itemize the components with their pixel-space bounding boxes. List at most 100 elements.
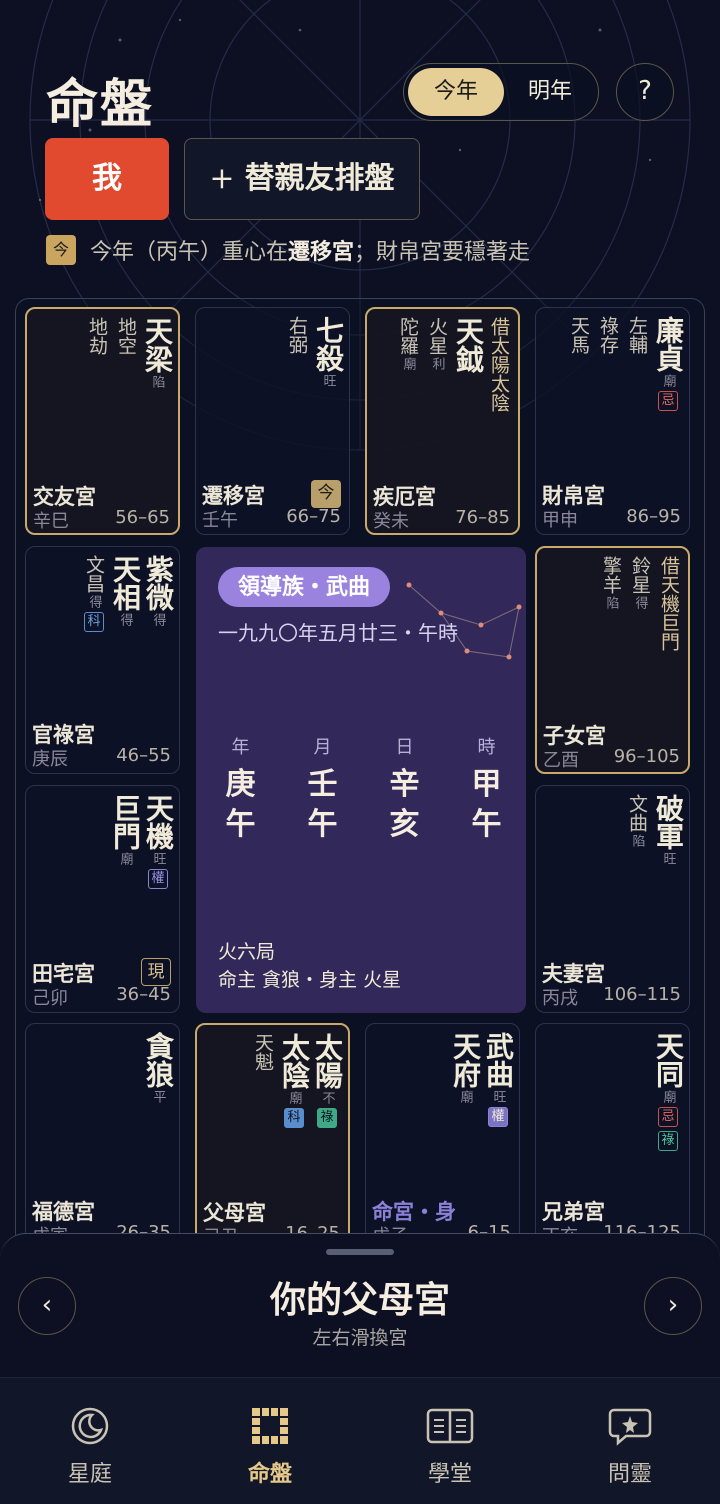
sheet-handle[interactable]	[326, 1249, 394, 1255]
star: 天機旺權	[142, 794, 175, 889]
palace-caibo[interactable]: 廉貞廟忌左輔 祿存 天馬 財帛宮 甲申 86–95	[535, 307, 690, 535]
book-icon	[426, 1408, 474, 1444]
palace-stars: 貪狼平	[142, 1032, 175, 1103]
star: 天鉞	[452, 317, 485, 373]
chat-icon	[608, 1408, 652, 1446]
palace-guanlu[interactable]: 紫微得天相得文昌得科官祿宮 庚辰 46–55	[25, 546, 180, 774]
star: 巨門廟	[109, 794, 142, 865]
personality-badge: 領導族・武曲	[218, 567, 391, 607]
palace-tag: 現	[141, 958, 171, 986]
palace-age-range: 66–75	[286, 506, 341, 527]
me-button[interactable]: 我	[45, 138, 169, 220]
sheet-subtitle: 左右滑換宮	[312, 1327, 408, 1349]
year-toggle[interactable]: 今年 明年	[403, 63, 599, 121]
palace-stars: 天同廟忌祿	[652, 1032, 685, 1151]
palace-age-range: 96–105	[613, 746, 680, 767]
transform-badge: 權	[488, 1107, 508, 1127]
plus-icon: +	[209, 161, 235, 196]
palace-stars: 借太陽太陰 天鉞 火星利陀羅廟	[395, 317, 512, 412]
grid-icon	[252, 1408, 288, 1444]
four-pillars: 年庚午 月壬午 日辛亥 時甲午	[196, 733, 526, 845]
pillar-month: 月壬午	[307, 737, 338, 842]
star: 太陽不祿	[311, 1033, 344, 1128]
notice-text: 今年（丙午）重心在遷移宮；財帛宮要穩著走	[90, 240, 531, 265]
toggle-this-year[interactable]: 今年	[408, 68, 504, 116]
star: 貪狼平	[142, 1032, 175, 1103]
palace-stars: 太陽不祿太陰廟科天魁	[250, 1033, 344, 1128]
palace-age-range: 106–115	[603, 984, 681, 1005]
star: 火星利	[426, 317, 448, 370]
palace-stem: 丙戌	[542, 988, 578, 1009]
palace-xiongdi[interactable]: 天同廟忌祿兄弟宮丁亥116–125	[535, 1023, 690, 1251]
star: 武曲旺權	[482, 1032, 515, 1127]
palace-stars: 廉貞廟忌左輔 祿存 天馬	[566, 316, 685, 411]
palace-stars: 七殺旺右弼	[284, 316, 345, 387]
star: 陀羅廟	[397, 317, 419, 370]
bottom-nav: 星庭 命盤 學堂 問靈	[0, 1377, 720, 1504]
star: 祿存	[597, 316, 619, 354]
add-friend-chart-button[interactable]: + 替親友排盤	[184, 138, 420, 220]
star: 借天機巨門	[658, 556, 680, 651]
star: 天相得	[109, 555, 142, 626]
palace-age-range: 36–45	[116, 984, 171, 1005]
next-palace-button[interactable]: ›	[644, 1277, 702, 1335]
life-body-masters: 命主 貪狼・身主 火星	[218, 969, 402, 991]
pillar-day: 日辛亥	[389, 737, 420, 842]
transform-badge: 祿	[658, 1131, 678, 1151]
palace-jiaoyou[interactable]: 天梁陷地空 地劫 交友宮 辛巳 56–65	[25, 307, 180, 535]
star: 借太陽太陰	[488, 317, 510, 412]
star: 破軍旺	[652, 794, 685, 865]
yearly-notice: 今 今年（丙午）重心在遷移宮；財帛宮要穩著走	[46, 234, 530, 266]
star: 文曲陷	[626, 794, 648, 847]
star: 擎羊陷	[600, 556, 622, 609]
palace-stem: 甲申	[542, 510, 578, 531]
transform-badge: 科	[84, 612, 104, 632]
palace-stars: 天梁陷地空 地劫	[84, 317, 174, 388]
star: 文昌得科	[81, 555, 107, 632]
palace-stars: 天機旺權巨門廟	[109, 794, 175, 889]
palace-qianyi[interactable]: 七殺旺右弼 遷移宮 壬午 66–75 今	[195, 307, 350, 535]
notice-highlight: 遷移宮	[288, 240, 355, 265]
star: 天府廟	[449, 1032, 482, 1103]
toggle-next-year[interactable]: 明年	[504, 68, 596, 116]
add-friend-label: 替親友排盤	[244, 161, 395, 196]
palace-age-range: 46–55	[116, 745, 171, 766]
palace-stars: 武曲旺權天府廟	[449, 1032, 515, 1127]
palace-jie[interactable]: 借太陽太陰 天鉞 火星利陀羅廟疾厄宮 癸未 76–85	[365, 307, 520, 535]
palace-stem: 癸未	[373, 511, 409, 532]
star: 七殺旺	[312, 316, 345, 387]
star: 天同廟忌祿	[652, 1032, 685, 1151]
star: 右弼	[286, 316, 308, 354]
birth-date: 一九九〇年五月廿三・午時	[218, 621, 458, 645]
transform-badge: 科	[284, 1108, 304, 1128]
sheet-title: 你的父母宮	[269, 1279, 450, 1321]
nav-item-school[interactable]: 學堂	[390, 1406, 510, 1488]
five-element-bureau: 火六局	[218, 941, 276, 963]
pillar-year: 年庚午	[225, 737, 256, 842]
palace-stem: 己卯	[32, 988, 68, 1009]
star: 太陰廟科	[278, 1033, 311, 1128]
star: 天馬	[568, 316, 590, 354]
palace-stem: 辛巳	[33, 511, 69, 532]
nav-item-chart[interactable]: 命盤	[210, 1406, 330, 1488]
palace-fude[interactable]: 貪狼平福德宮戊寅26–35	[25, 1023, 180, 1251]
moon-icon	[71, 1407, 109, 1445]
palace-ming[interactable]: 武曲旺權天府廟命宮・身戊子6–15	[365, 1023, 520, 1251]
star: 左輔	[626, 316, 648, 354]
palace-tag: 今	[311, 480, 341, 508]
help-button[interactable]: ?	[616, 63, 674, 121]
nav-item-star-court[interactable]: 星庭	[30, 1406, 150, 1488]
star: 廉貞廟忌	[652, 316, 685, 411]
nav-item-ask-spirit[interactable]: 問靈	[570, 1406, 690, 1488]
palace-age-range: 56–65	[115, 507, 170, 528]
palace-stem: 乙酉	[543, 750, 579, 771]
star: 地劫	[86, 317, 108, 355]
palace-zinv[interactable]: 借天機巨門 鈴星得擎羊陷子女宮 乙酉 96–105	[535, 546, 690, 774]
palace-fuqi[interactable]: 破軍旺文曲陷夫妻宮 丙戌 106–115	[535, 785, 690, 1013]
palace-tianzhai[interactable]: 天機旺權巨門廟田宅宮 己卯 36–45 現	[25, 785, 180, 1013]
palace-fumu[interactable]: 太陽不祿太陰廟科天魁父母宮己丑16–25	[195, 1023, 350, 1251]
palace-stars: 破軍旺文曲陷	[624, 794, 685, 865]
page-title: 命盤	[46, 74, 155, 135]
star: 天魁	[252, 1033, 274, 1071]
star: 紫微得	[142, 555, 175, 626]
